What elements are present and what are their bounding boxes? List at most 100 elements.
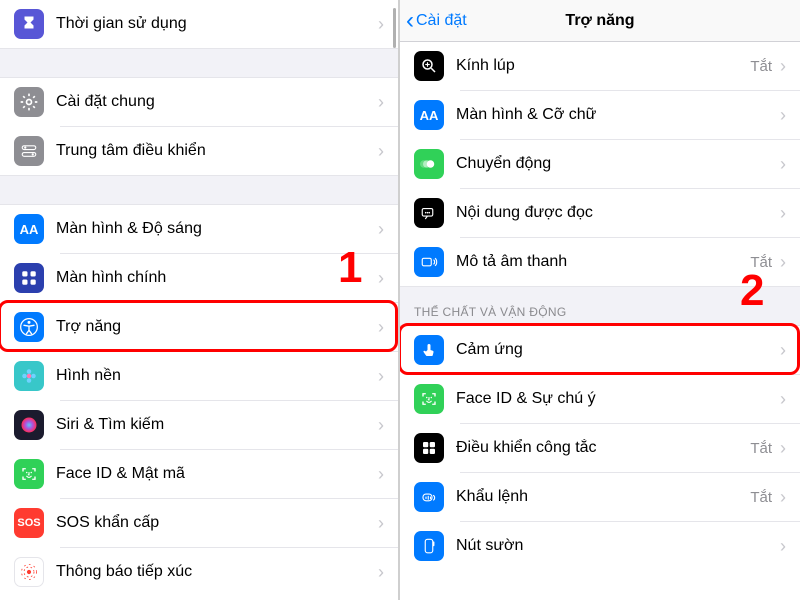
- settings-left-pane: Thời gian sử dụng›Cài đặt chung›Trung tâ…: [0, 0, 400, 600]
- hourglass-icon: [14, 9, 44, 39]
- back-button[interactable]: ‹ Cài đặt: [400, 9, 467, 33]
- row-value: Tắt: [750, 58, 772, 75]
- row-label: Face ID & Sự chú ý: [456, 390, 776, 408]
- chevron-right-icon: ›: [378, 317, 384, 338]
- group-gap: [0, 48, 398, 78]
- settings-row[interactable]: Kính lúpTắt ›: [400, 42, 800, 90]
- settings-row[interactable]: Hình nền›: [0, 352, 398, 400]
- row-label: SOS khẩn cấp: [56, 514, 374, 532]
- settings-row[interactable]: Face ID & Sự chú ý›: [400, 375, 800, 423]
- row-label: Trung tâm điều khiển: [56, 142, 374, 160]
- voice-icon: [414, 482, 444, 512]
- sos-icon: SOS: [14, 508, 44, 538]
- row-label: Thông báo tiếp xúc: [56, 563, 374, 581]
- settings-row[interactable]: ••• Nội dung được đọc›: [400, 189, 800, 237]
- row-label: Màn hình chính: [56, 269, 374, 287]
- row-label: Điều khiển công tắc: [456, 439, 750, 457]
- chevron-right-icon: ›: [780, 389, 786, 410]
- exposure-icon: [14, 557, 44, 587]
- switches-icon: [14, 136, 44, 166]
- row-label: Cài đặt chung: [56, 93, 374, 111]
- chevron-right-icon: ›: [378, 415, 384, 436]
- row-label: Siri & Tìm kiếm: [56, 416, 374, 434]
- row-value: Tắt: [750, 489, 772, 506]
- chevron-right-icon: ›: [378, 14, 384, 35]
- section-header: THỂ CHẤT VÀ VẬN ĐỘNG: [400, 286, 800, 326]
- chevron-right-icon: ›: [780, 438, 786, 459]
- faceid-icon: [414, 384, 444, 414]
- row-label: Màn hình & Độ sáng: [56, 220, 374, 238]
- chevron-right-icon: ›: [378, 268, 384, 289]
- chevron-right-icon: ›: [378, 219, 384, 240]
- scroll-indicator: [393, 8, 396, 48]
- chevron-right-icon: ›: [780, 56, 786, 77]
- settings-row[interactable]: AA Màn hình & Độ sáng›: [0, 205, 398, 253]
- row-label: Nội dung được đọc: [456, 204, 776, 222]
- row-label: Kính lúp: [456, 57, 750, 75]
- chevron-right-icon: ›: [780, 252, 786, 273]
- row-label: Màn hình & Cỡ chữ: [456, 106, 776, 124]
- siri-icon: [14, 410, 44, 440]
- settings-row[interactable]: Khẩu lệnhTắt ›: [400, 473, 800, 521]
- chevron-right-icon: ›: [780, 154, 786, 175]
- chevron-right-icon: ›: [378, 464, 384, 485]
- chevron-left-icon: ‹: [406, 9, 414, 33]
- settings-row[interactable]: Chuyển động›: [400, 140, 800, 188]
- settings-row[interactable]: Thời gian sử dụng›: [0, 0, 398, 48]
- touch-icon: [414, 335, 444, 365]
- AA-icon: AA: [414, 100, 444, 130]
- settings-row[interactable]: Cài đặt chung›: [0, 78, 398, 126]
- chevron-right-icon: ›: [378, 366, 384, 387]
- accessibility-pane: ‹ Cài đặt Trợ năng Kính lúpTắt›AAMàn hìn…: [400, 0, 800, 600]
- speak-icon: •••: [414, 198, 444, 228]
- magnify-icon: [414, 51, 444, 81]
- row-label: Hình nền: [56, 367, 374, 385]
- group-gap: [0, 175, 398, 205]
- back-label: Cài đặt: [416, 12, 467, 30]
- sidebutton-icon: [414, 531, 444, 561]
- chevron-right-icon: ›: [780, 105, 786, 126]
- row-label: Cảm ứng: [456, 341, 776, 359]
- motion-icon: [414, 149, 444, 179]
- row-label: Mô tả âm thanh: [456, 253, 750, 271]
- faceid-icon: [14, 459, 44, 489]
- settings-row[interactable]: Trung tâm điều khiển›: [0, 127, 398, 175]
- row-value: Tắt: [750, 440, 772, 457]
- settings-row[interactable]: SOS SOS khẩn cấp›: [0, 499, 398, 547]
- chevron-right-icon: ›: [378, 141, 384, 162]
- page-title: Trợ năng: [565, 12, 634, 30]
- row-value: Tắt: [750, 254, 772, 271]
- settings-row[interactable]: Siri & Tìm kiếm›: [0, 401, 398, 449]
- chevron-right-icon: ›: [378, 92, 384, 113]
- settings-row[interactable]: Face ID & Mật mã›: [0, 450, 398, 498]
- audiodesc-icon: [414, 247, 444, 277]
- settings-row[interactable]: Màn hình chính›: [0, 254, 398, 302]
- settings-row[interactable]: Nút sườn›: [400, 522, 800, 570]
- navbar: ‹ Cài đặt Trợ năng: [400, 0, 800, 42]
- settings-row[interactable]: Cảm ứng›: [400, 326, 800, 374]
- AA-icon: AA: [14, 214, 44, 244]
- svg-text:•••: •••: [425, 211, 431, 217]
- chevron-right-icon: ›: [378, 562, 384, 583]
- chevron-right-icon: ›: [378, 513, 384, 534]
- row-label: Nút sườn: [456, 537, 776, 555]
- settings-row[interactable]: Mô tả âm thanhTắt ›: [400, 238, 800, 286]
- chevron-right-icon: ›: [780, 340, 786, 361]
- settings-row[interactable]: Trợ năng›: [0, 303, 398, 351]
- row-label: Thời gian sử dụng: [56, 15, 374, 33]
- chevron-right-icon: ›: [780, 203, 786, 224]
- settings-row[interactable]: Điều khiển công tắcTắt ›: [400, 424, 800, 472]
- gear-icon: [14, 87, 44, 117]
- settings-row[interactable]: AA Màn hình & Cỡ chữ›: [400, 91, 800, 139]
- settings-row[interactable]: Thông báo tiếp xúc›: [0, 548, 398, 596]
- switchctrl-icon: [414, 433, 444, 463]
- flower-icon: [14, 361, 44, 391]
- chevron-right-icon: ›: [780, 487, 786, 508]
- grid-blue-icon: [14, 263, 44, 293]
- row-label: Trợ năng: [56, 318, 374, 336]
- settings-list-left: Thời gian sử dụng›Cài đặt chung›Trung tâ…: [0, 0, 398, 596]
- row-label: Chuyển động: [456, 155, 776, 173]
- row-label: Khẩu lệnh: [456, 488, 750, 506]
- row-label: Face ID & Mật mã: [56, 465, 374, 483]
- accessibility-icon: [14, 312, 44, 342]
